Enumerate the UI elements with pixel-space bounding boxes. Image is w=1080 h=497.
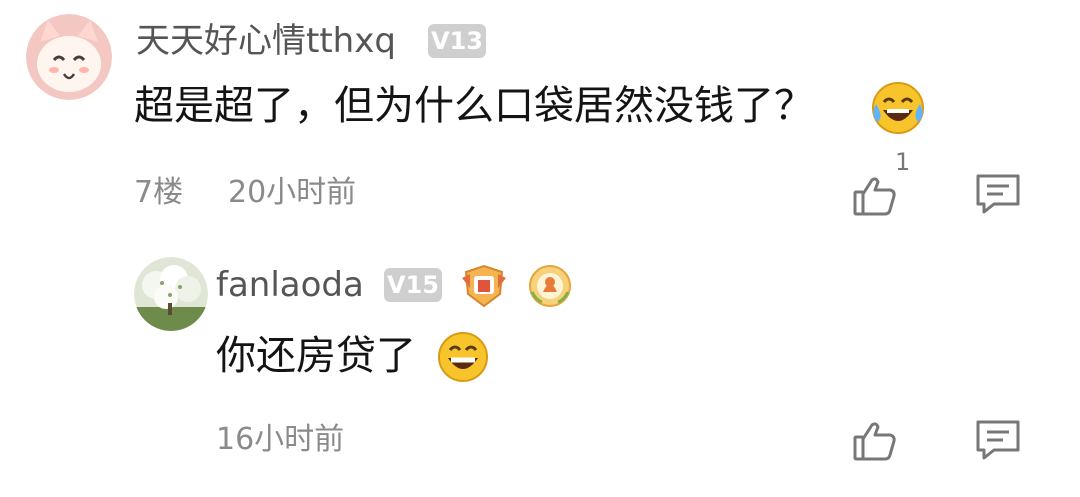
level-badge: V13 [428,24,486,58]
thumbs-up-icon[interactable] [852,417,898,463]
avatar[interactable] [134,257,208,331]
reply-text: 你还房贷了 [216,333,416,379]
medal-badge-icon[interactable] [460,262,508,310]
floor-number: 7楼 [134,175,184,210]
thumbs-up-icon[interactable] [852,172,898,218]
timestamp: 20小时前 [228,175,357,210]
username[interactable]: 天天好心情tthxq [136,24,396,58]
laughing-tears-emoji-icon [870,80,926,136]
timestamp: 16小时前 [216,422,345,457]
medal-badge-icon[interactable] [526,262,574,310]
username[interactable]: fanlaoda [216,268,364,302]
like-count: 1 [895,148,911,176]
reply-comment-icon[interactable] [974,172,1022,216]
reply-comment-icon[interactable] [974,418,1022,462]
comment-text: 超是超了，但为什么口袋居然没钱了？ [134,83,814,129]
level-badge: V15 [384,268,442,302]
avatar[interactable] [26,14,112,100]
grinning-emoji-icon [436,330,490,384]
